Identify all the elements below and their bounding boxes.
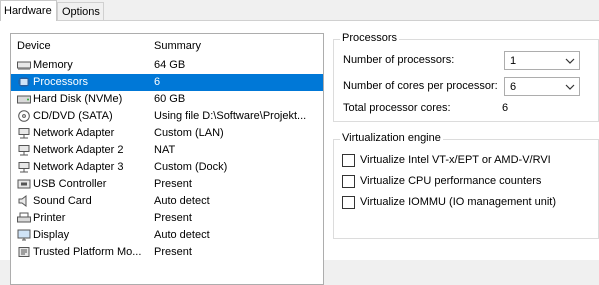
chevron-down-icon <box>565 58 575 64</box>
device-list[interactable]: Device Summary Memory 64 GB Processors 6 Har… <box>10 33 324 285</box>
tab-strip: Hardware Options <box>0 0 599 21</box>
device-rows: Memory 64 GB Processors 6 Hard Disk (NVMe) 60… <box>11 57 323 261</box>
device-name: Network Adapter 2 <box>33 144 124 156</box>
cores-per-processor-select[interactable]: 6 <box>504 77 580 96</box>
processors-group: Processors Number of processors: 1 Numbe… <box>333 32 599 122</box>
network-adapter-icon <box>18 162 30 173</box>
device-row[interactable]: Network Adapter 2 NAT <box>11 142 323 159</box>
device-name: Memory <box>33 59 73 71</box>
virtualization-group-title: Virtualization engine <box>340 132 443 144</box>
virtualize-perf-counters-label[interactable]: Virtualize CPU performance counters <box>360 175 541 187</box>
cores-per-processor-label: Number of cores per processor: <box>343 80 498 92</box>
device-name: Processors <box>33 76 89 88</box>
tab-options[interactable]: Options <box>57 2 104 20</box>
total-cores-value: 6 <box>502 102 509 114</box>
device-row[interactable]: Processors 6 <box>11 74 323 91</box>
network-adapter-icon <box>18 128 30 139</box>
device-name: USB Controller <box>33 178 107 190</box>
num-processors-select[interactable]: 1 <box>504 51 580 70</box>
hardware-panel: Device Summary Memory 64 GB Processors 6 Har… <box>0 21 599 285</box>
network-adapter-icon <box>18 145 30 156</box>
cores-per-processor-value: 6 <box>510 81 517 93</box>
virtualize-iommu-label[interactable]: Virtualize IOMMU (IO management unit) <box>360 196 556 208</box>
device-summary: Custom (LAN) <box>154 127 224 139</box>
device-row[interactable]: Network Adapter Custom (LAN) <box>11 125 323 142</box>
device-name: Printer <box>33 212 66 224</box>
memory-icon <box>17 61 31 70</box>
chevron-down-icon <box>565 84 575 90</box>
device-name: Display <box>33 229 70 241</box>
cd-dvd-icon <box>18 110 30 122</box>
device-name: CD/DVD (SATA) <box>33 110 113 122</box>
device-row[interactable]: Memory 64 GB <box>11 57 323 74</box>
device-row[interactable]: Network Adapter 3 Custom (Dock) <box>11 159 323 176</box>
device-list-header: Device Summary <box>11 34 323 56</box>
device-row[interactable]: Display Auto detect <box>11 227 323 244</box>
processors-group-title: Processors <box>340 32 400 44</box>
virtualize-perf-counters-checkbox[interactable] <box>342 175 355 188</box>
sound-card-icon <box>18 195 27 207</box>
column-header-device[interactable]: Device <box>17 40 51 52</box>
column-header-summary[interactable]: Summary <box>154 40 201 52</box>
device-name: Sound Card <box>33 195 92 207</box>
device-summary: Auto detect <box>154 195 210 207</box>
device-summary: Custom (Dock) <box>154 161 228 173</box>
total-cores-label: Total processor cores: <box>343 102 451 114</box>
virtualize-vtx-checkbox[interactable] <box>342 154 355 167</box>
virtualize-iommu-checkbox[interactable] <box>342 196 355 209</box>
device-row[interactable]: Trusted Platform Mo... Present <box>11 244 323 261</box>
processor-icon <box>18 77 30 87</box>
device-name: Network Adapter <box>33 127 115 139</box>
display-icon <box>17 229 31 241</box>
device-summary: Auto detect <box>154 229 210 241</box>
tpm-icon <box>18 247 30 257</box>
num-processors-label: Number of processors: <box>343 54 455 66</box>
device-summary: 64 GB <box>154 59 186 71</box>
device-summary: 60 GB <box>154 93 186 105</box>
device-row[interactable]: USB Controller Present <box>11 176 323 193</box>
device-summary: Using file D:\Software\Projekt... <box>154 110 307 122</box>
device-summary: Present <box>154 178 192 190</box>
device-summary: 6 <box>154 76 161 88</box>
device-summary: Present <box>154 246 192 258</box>
usb-controller-icon <box>17 179 31 189</box>
device-row[interactable]: Sound Card Auto detect <box>11 193 323 210</box>
hard-disk-icon <box>17 95 31 104</box>
device-row[interactable]: Hard Disk (NVMe) 60 GB <box>11 91 323 108</box>
num-processors-value: 1 <box>510 55 517 67</box>
virtualization-group: Virtualization engine Virtualize Intel V… <box>333 132 599 239</box>
device-row[interactable]: Printer Present <box>11 210 323 227</box>
device-name: Trusted Platform Mo... <box>33 246 142 258</box>
tab-hardware[interactable]: Hardware <box>0 0 57 21</box>
device-name: Hard Disk (NVMe) <box>33 93 123 105</box>
device-row[interactable]: CD/DVD (SATA) Using file D:\Software\Proj… <box>11 108 323 125</box>
printer-icon <box>17 212 31 223</box>
device-summary: NAT <box>154 144 176 156</box>
device-name: Network Adapter 3 <box>33 161 124 173</box>
device-summary: Present <box>154 212 192 224</box>
virtualize-vtx-label[interactable]: Virtualize Intel VT-x/EPT or AMD-V/RVI <box>360 154 551 166</box>
